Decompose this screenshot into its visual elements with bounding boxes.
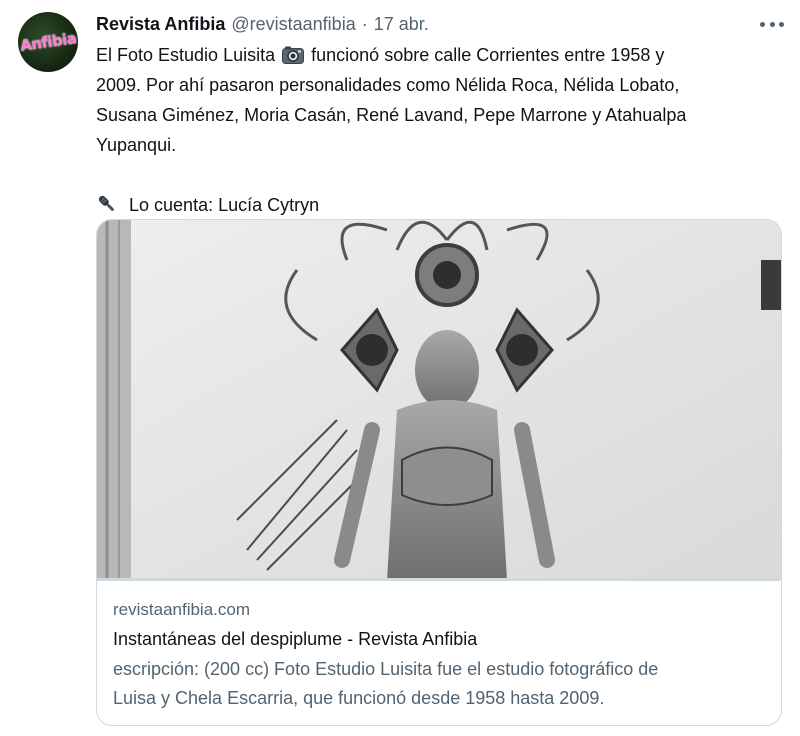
more-icon[interactable]	[760, 14, 784, 34]
tweet-text-part: funcionó sobre calle Corrientes entre 19…	[311, 45, 665, 65]
display-name[interactable]: Revista Anfibia	[96, 14, 225, 35]
avatar[interactable]: Anfibia	[18, 12, 78, 72]
card-description-line-1: escripción: (200 cc) Foto Estudio Luisit…	[113, 659, 659, 679]
tweet-line-4: Yupanqui.	[96, 135, 177, 155]
tweet-date[interactable]: 17 abr.	[374, 14, 429, 35]
tweet-text: El Foto Estudio Luisita funcionó sobre c…	[96, 40, 786, 220]
user-handle[interactable]: @revistaanfibia	[231, 14, 355, 35]
tweet-line-6: Lo cuenta: Lucía Cytryn	[96, 190, 786, 220]
tweet-text-part: Lo cuenta: Lucía Cytryn	[129, 195, 320, 215]
card-description-line-2: Luisa y Chela Escarria, que funcionó des…	[113, 688, 605, 708]
tweet-line-2: 2009. Por ahí pasaron personalidades com…	[96, 75, 680, 95]
tweet-line-3: Susana Giménez, Moria Casán, René Lavand…	[96, 105, 687, 125]
separator-dot: ·	[361, 13, 368, 34]
link-card[interactable]: revistaanfibia.com Instantáneas del desp…	[96, 219, 782, 726]
card-title: Instantáneas del despiplume - Revista An…	[113, 629, 478, 649]
avatar-logo-text: Anfibia	[18, 29, 78, 55]
card-meta[interactable]: revistaanfibia.com Instantáneas del desp…	[97, 580, 781, 725]
tweet-text-part: El Foto Estudio Luisita	[96, 45, 276, 65]
tweet-header: Revista Anfibia @revistaanfibia · 17 abr…	[96, 12, 429, 36]
microphone-icon	[98, 195, 115, 212]
card-domain: revistaanfibia.com	[113, 600, 251, 619]
camera-icon	[282, 46, 305, 64]
card-image[interactable]	[97, 220, 782, 580]
tweet-line-1: El Foto Estudio Luisita funcionó sobre c…	[96, 40, 786, 70]
